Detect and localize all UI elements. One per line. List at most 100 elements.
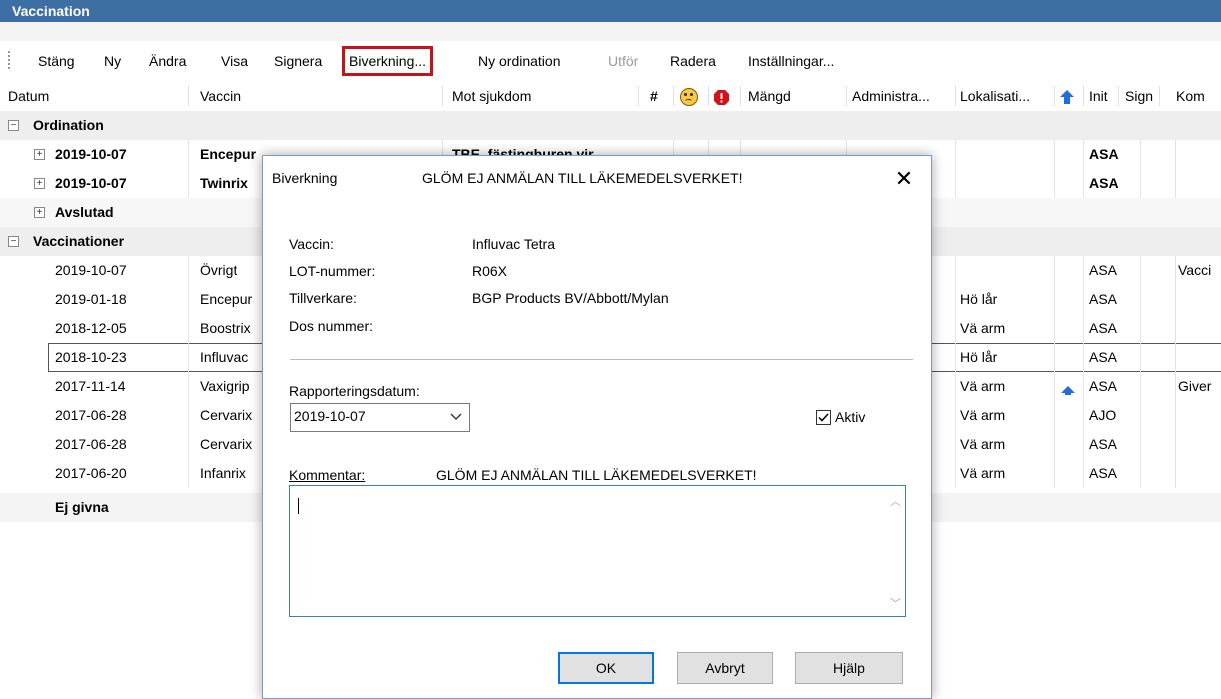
window-title: Vaccination: [12, 3, 90, 19]
new-ordination-button[interactable]: Ny ordination: [474, 49, 565, 73]
cell-divider: [1054, 372, 1055, 401]
cell-init: AJO: [1089, 407, 1117, 423]
comment-scrollbar[interactable]: ︿ ﹀: [887, 487, 904, 615]
cell-datum: 2017-06-20: [55, 465, 127, 481]
cell-divider: [188, 314, 189, 343]
column-divider[interactable]: [846, 86, 847, 106]
aktiv-checkbox[interactable]: [816, 410, 831, 425]
cell-divider: [1175, 256, 1176, 285]
cell-datum: 2017-06-28: [55, 436, 127, 452]
cell-lokalisation: Vä arm: [960, 320, 1006, 336]
column-header-lokalisation[interactable]: Lokalisati...: [960, 81, 1052, 111]
view-button[interactable]: Visa: [217, 49, 252, 73]
close-button[interactable]: Stäng: [34, 49, 79, 73]
cell-divider: [188, 140, 189, 169]
group-row-ordination[interactable]: − Ordination: [0, 111, 1221, 140]
manufacturer-label: Tillverkare:: [289, 290, 357, 306]
scroll-down-icon[interactable]: ﹀: [890, 595, 901, 611]
cell-divider: [955, 140, 956, 169]
cell-divider: [955, 256, 956, 285]
column-divider[interactable]: [708, 86, 709, 106]
column-header-administration[interactable]: Administra...: [852, 81, 952, 111]
column-divider[interactable]: [740, 86, 741, 106]
close-icon[interactable]: ✕: [889, 164, 919, 194]
column-divider[interactable]: [955, 86, 956, 106]
cell-divider: [1140, 401, 1141, 430]
edit-button[interactable]: Ändra: [145, 49, 190, 73]
collapse-icon[interactable]: −: [8, 236, 19, 247]
vaccin-value: Influvac Tetra: [472, 236, 556, 252]
column-divider[interactable]: [1118, 86, 1119, 106]
column-header-vaccin[interactable]: Vaccin: [200, 81, 241, 111]
comment-warning: GLÖM EJ ANMÄLAN TILL LÄKEMEDELSVERKET!: [436, 467, 757, 483]
column-divider[interactable]: [1054, 86, 1055, 106]
column-header-number[interactable]: #: [650, 81, 658, 111]
collapse-icon[interactable]: −: [8, 120, 19, 131]
column-header-datum[interactable]: Datum: [8, 81, 49, 111]
cell-divider: [955, 459, 956, 488]
delete-button[interactable]: Radera: [666, 49, 720, 73]
scroll-up-icon[interactable]: ︿: [890, 493, 901, 509]
aktiv-label[interactable]: Aktiv: [835, 409, 865, 425]
ok-button[interactable]: OK: [558, 652, 654, 684]
cell-divider: [188, 372, 189, 401]
cell-divider: [1140, 285, 1141, 314]
cell-datum: 2018-12-05: [55, 320, 127, 336]
cell-divider: [955, 401, 956, 430]
column-divider[interactable]: [442, 86, 443, 106]
up-arrow-icon[interactable]: [1059, 81, 1075, 111]
sad-face-icon[interactable]: [680, 81, 698, 111]
toolbar: Stäng Ny Ändra Visa Signera Biverkning..…: [0, 22, 1221, 81]
settings-button[interactable]: Inställningar...: [744, 49, 838, 73]
cell-divider: [1083, 459, 1084, 488]
cell-divider: [1175, 372, 1176, 401]
column-header-init[interactable]: Init: [1089, 81, 1108, 111]
cell-divider: [1083, 430, 1084, 459]
alert-icon[interactable]: [713, 81, 730, 111]
manufacturer-value: BGP Products BV/Abbott/Mylan: [472, 290, 669, 306]
cell-divider: [955, 372, 956, 401]
cell-divider: [1140, 343, 1141, 372]
comment-textarea[interactable]: ︿ ﹀: [289, 485, 906, 617]
cancel-button[interactable]: Avbryt: [677, 652, 773, 684]
cell-divider: [1140, 459, 1141, 488]
sign-button[interactable]: Signera: [270, 49, 326, 73]
column-divider[interactable]: [638, 86, 639, 106]
expand-icon[interactable]: +: [34, 207, 45, 218]
cell-vaccin: Övrigt: [200, 262, 238, 278]
report-date-dropdown[interactable]: 2019-10-07: [290, 403, 470, 432]
perform-button[interactable]: Utför: [604, 49, 642, 73]
expand-icon[interactable]: +: [34, 178, 45, 189]
cell-divider: [1175, 285, 1176, 314]
column-divider[interactable]: [1159, 86, 1160, 106]
cell-divider: [1054, 140, 1055, 169]
column-header-mangd[interactable]: Mängd: [748, 81, 791, 111]
cell-divider: [188, 401, 189, 430]
comment-label: Kommentar:: [289, 467, 366, 483]
expand-icon[interactable]: +: [34, 149, 45, 160]
cell-vaccin: Vaxigrip: [200, 378, 250, 394]
cell-vaccin: Encepur: [200, 146, 257, 162]
cell-divider: [1083, 343, 1084, 372]
cell-divider: [188, 169, 189, 198]
new-button[interactable]: Ny: [100, 49, 125, 73]
help-button[interactable]: Hjälp: [795, 652, 903, 684]
lot-value: R06X: [472, 263, 508, 279]
cell-divider: [1175, 169, 1176, 198]
report-date-value: 2019-10-07: [294, 408, 366, 424]
column-divider[interactable]: [1083, 86, 1084, 106]
divider: [290, 359, 913, 360]
text-caret: [298, 498, 299, 514]
column-header-sign[interactable]: Sign: [1125, 81, 1153, 111]
cell-divider: [1140, 169, 1141, 198]
column-divider[interactable]: [673, 86, 674, 106]
cell-divider: [1083, 285, 1084, 314]
column-divider[interactable]: [188, 86, 189, 106]
cell-divider: [1054, 285, 1055, 314]
cell-datum: 2019-01-18: [55, 291, 127, 307]
column-header-mot-sjukdom[interactable]: Mot sjukdom: [452, 81, 531, 111]
cell-divider: [1083, 401, 1084, 430]
adverse-reaction-button[interactable]: Biverkning...: [342, 46, 434, 76]
column-header-kommentar[interactable]: Kom: [1176, 81, 1221, 111]
lot-label: LOT-nummer:: [289, 263, 376, 279]
